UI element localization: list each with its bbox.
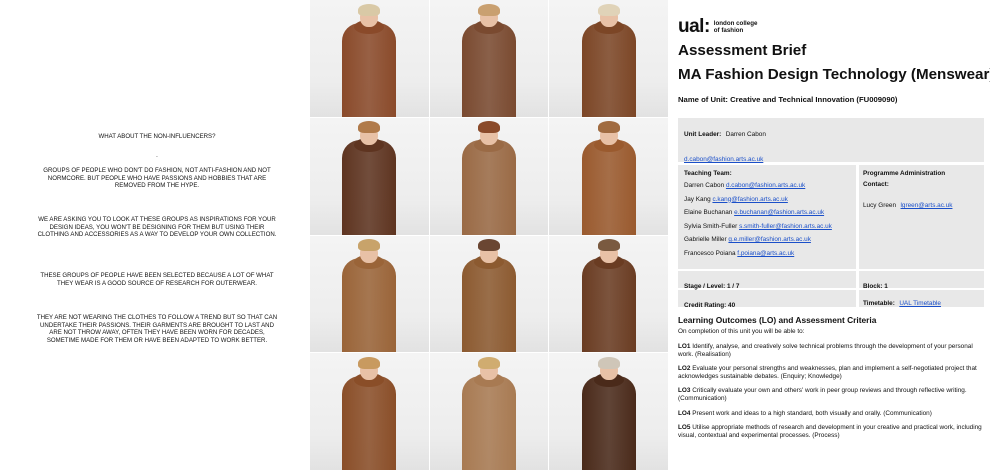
coat-photo [549,235,668,353]
ual-logo: ual: london college of fashion [678,16,757,38]
learning-outcomes-heading: Learning Outcomes (LO) and Assessment Cr… [678,315,877,325]
teaching-team-box: Teaching Team: Darren Cabon d.cabon@fash… [678,165,856,269]
learning-outcome-text: Evaluate your personal strengths and wea… [678,365,977,380]
learning-outcomes-section: Learning Outcomes (LO) and Assessment Cr… [678,315,984,446]
fur-coat-photo-grid [310,0,668,470]
credit-rating-box: Credit Rating: 40 [678,290,856,309]
learning-outcome-item: LO1 Identify, analyse, and creatively so… [678,343,984,358]
learning-outcome-text: Identify, analyse, and creatively solve … [678,343,973,358]
coat-photo [429,117,549,235]
timetable-box: Timetable: UAL Timetable [859,290,984,307]
paragraph-garments: THEY ARE NOT WEARING THE CLOTHES TO FOLL… [36,314,278,344]
learning-outcome-text: Present work and ideas to a high standar… [690,409,932,417]
contact-label: Contact: [863,181,889,188]
intro-text-panel: WHAT ABOUT THE NON-INFLUENCERS? . GROUPS… [0,0,310,470]
teaching-team-member: Jay Kang c.kang@fashion.arts.ac.uk [684,196,850,203]
member-name: Gabrielle Miller [684,236,727,244]
teaching-team-member: Darren Cabon d.cabon@fashion.arts.ac.uk [684,182,850,189]
member-email-link[interactable]: e.buchanan@fashion.arts.ac.uk [734,209,824,216]
coat-photo [549,353,668,470]
learning-outcome-text: Utilise appropriate methods of research … [678,424,982,439]
coat-photo [310,117,429,235]
timetable-label: Timetable: [863,300,895,307]
logo-college-text: london college of fashion [713,20,758,34]
teaching-team-list: Darren Cabon d.cabon@fashion.arts.ac.uk J… [684,182,850,257]
learning-outcome-code: LO1 [678,343,691,350]
member-name: Jay Kang [684,195,711,203]
learning-outcome-code: LO2 [678,365,691,373]
member-name: Elaine Buchanan [684,209,733,217]
member-name: Sylvia Smith-Fuller [684,222,738,230]
teaching-team-member: Gabrielle Miller g.e.miller@fashion.arts… [684,236,850,243]
admin-email-link[interactable]: lgreen@arts.ac.uk [901,202,953,209]
coat-photo [429,235,549,353]
unit-leader-email-link[interactable]: d.cabon@fashion.arts.ac.uk [684,156,763,163]
page-title: Assessment Brief [678,42,807,59]
paragraph-non-influencers: GROUPS OF PEOPLE WHO DON'T DO FASHION, N… [43,167,271,190]
learning-outcome-text: Critically evaluate your own and others'… [678,387,967,402]
teaching-team-label: Teaching Team: [684,170,732,177]
paragraph-selection: THESE GROUPS OF PEOPLE HAVE BEEN SELECTE… [40,272,274,287]
unit-leader-label: Unit Leader: [684,131,722,138]
section-heading: WHAT ABOUT THE NON-INFLUENCERS? [98,133,216,140]
coat-photo [429,0,549,117]
learning-outcome-item: LO4 Present work and ideas to a high sta… [678,410,984,418]
unit-leader-name: Darren Cabon [725,131,766,138]
learning-outcome-code: LO4 [678,409,691,417]
learning-outcome-code: LO5 [678,424,691,432]
member-email-link[interactable]: f.poiana@arts.ac.uk [737,250,794,257]
logo-mark: ual: [678,16,710,37]
member-name: Francesco Poiana [684,249,736,257]
stage-level-box: Stage / Level: 1 / 7 [678,271,856,290]
learning-outcome-item: LO2 Evaluate your personal strengths and… [678,365,984,380]
course-title: MA Fashion Design Technology (Menswear) [678,66,990,83]
coat-photo [429,353,549,470]
member-email-link[interactable]: s.smith-fuller@fashion.arts.ac.uk [739,223,832,230]
paragraph-inspiration: WE ARE ASKING YOU TO LOOK AT THESE GROUP… [37,216,277,239]
stage-level: Stage / Level: 1 / 7 [684,283,740,290]
teaching-team-member: Francesco Poiana f.poiana@arts.ac.uk [684,250,850,257]
programme-admin-box: Programme Administration Contact: Lucy G… [859,165,984,269]
member-name: Darren Cabon [684,182,725,189]
unit-name: Name of Unit: Creative and Technical Inn… [678,95,898,104]
coat-photo [549,0,668,117]
learning-outcome-item: LO3 Critically evaluate your own and oth… [678,387,984,402]
admin-name: Lucy Green [863,202,897,209]
coat-photo [310,235,429,353]
learning-outcomes-list: LO1 Identify, analyse, and creatively so… [678,343,984,439]
unit-leader-box: Unit Leader: Darren Cabon d.cabon@fashio… [678,118,984,163]
learning-outcome-code: LO3 [678,387,691,395]
block-box: Block: 1 [859,271,984,290]
coat-photo [310,0,429,117]
programme-admin-label: Programme Administration [863,170,946,177]
block-value: Block: 1 [863,283,888,290]
credit-rating: Credit Rating: 40 [684,302,736,309]
member-email-link[interactable]: c.kang@fashion.arts.ac.uk [712,196,787,203]
coat-photo [310,353,429,470]
assessment-brief-document: ual: london college of fashion Assessment… [668,0,990,470]
coat-photo [549,117,668,235]
separator-dot: . [156,152,158,159]
member-email-link[interactable]: d.cabon@fashion.arts.ac.uk [726,182,805,189]
learning-outcomes-intro: On completion of this unit you will be a… [678,328,805,335]
member-email-link[interactable]: g.e.miller@fashion.arts.ac.uk [728,236,811,243]
teaching-team-member: Sylvia Smith-Fuller s.smith-fuller@fashi… [684,223,850,230]
teaching-team-member: Elaine Buchanan e.buchanan@fashion.arts.… [684,209,850,216]
ual-timetable-link[interactable]: UAL Timetable [899,300,941,307]
learning-outcome-item: LO5 Utilise appropriate methods of resea… [678,424,984,439]
